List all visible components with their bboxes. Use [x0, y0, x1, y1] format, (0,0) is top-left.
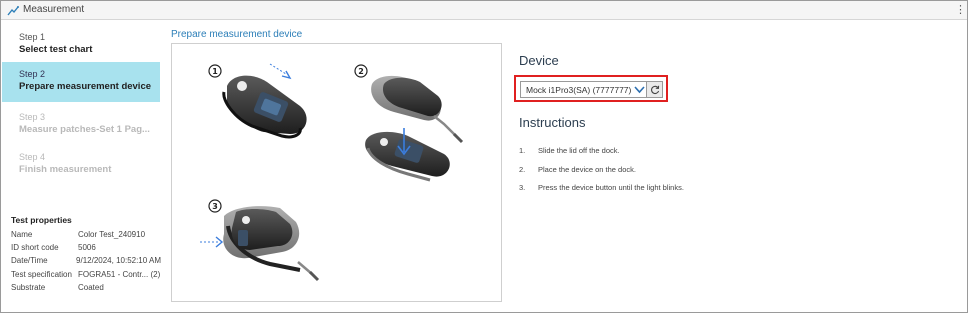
instruction-text: Place the device on the dock. — [538, 164, 636, 174]
more-options-icon[interactable]: ⋮ — [955, 3, 966, 17]
refresh-devices-button[interactable] — [646, 81, 663, 98]
property-key: Date/Time — [11, 256, 48, 266]
test-properties: Test properties Name Color Test_240910 I… — [11, 215, 161, 296]
instruction-number: 1. — [519, 146, 526, 155]
device-selection-highlight: Mock i1Pro3(SA) (7777777) — [514, 75, 668, 102]
step-number: Step 1 — [19, 32, 46, 42]
step-name: Finish measurement — [19, 164, 112, 175]
property-row: Test specification FOGRA51 - Contr... (2… — [11, 270, 161, 283]
step-name: Select test chart — [19, 44, 93, 55]
device-illustration-drawing: 1 2 3 — [200, 63, 464, 282]
property-key: Test specification — [11, 269, 72, 279]
step-number: Step 2 — [19, 69, 46, 79]
step-number: Step 4 — [19, 152, 46, 162]
step-1[interactable]: Step 1 Select test chart — [2, 25, 160, 65]
device-dropdown[interactable]: Mock i1Pro3(SA) (7777777) — [520, 81, 648, 98]
step-2[interactable]: Step 2 Prepare measurement device — [2, 62, 160, 102]
step-name: Measure patches-Set 1 Pag... — [19, 124, 150, 135]
property-row: ID short code 5006 — [11, 243, 161, 256]
instruction-item: 3. Press the device button until the lig… — [519, 183, 819, 202]
property-row: Name Color Test_240910 — [11, 230, 161, 243]
property-key: Substrate — [11, 282, 46, 292]
device-illustration: 1 2 3 — [171, 43, 502, 302]
chevron-down-icon — [634, 86, 645, 94]
device-dropdown-value: Mock i1Pro3(SA) (7777777) — [526, 85, 632, 95]
illustration-step-3: 3 — [200, 199, 320, 282]
illustration-step-2: 2 — [354, 64, 464, 182]
device-heading: Device — [519, 53, 559, 68]
instruction-item: 2. Place the device on the dock. — [519, 165, 819, 184]
instructions-heading: Instructions — [519, 115, 586, 130]
property-row: Date/Time 9/12/2024, 10:52:10 AM — [11, 256, 161, 269]
property-value: Color Test_240910 — [78, 230, 146, 239]
property-value: FOGRA51 - Contr... (2) — [78, 269, 161, 279]
marker-2-label: 2 — [358, 67, 364, 76]
property-value: Coated — [78, 282, 104, 292]
step-name: Prepare measurement device — [19, 81, 152, 92]
property-value: 5006 — [78, 243, 96, 253]
window-title: Measurement — [23, 4, 85, 15]
measurement-icon — [7, 6, 19, 16]
illustration-step-1: 1 — [208, 63, 307, 139]
property-row: Substrate Coated — [11, 283, 161, 296]
step-3: Step 3 Measure patches-Set 1 Pag... — [2, 105, 160, 145]
page-title: Prepare measurement device — [171, 29, 303, 40]
property-value: 9/12/2024, 10:52:10 AM — [76, 256, 161, 266]
instruction-number: 2. — [519, 164, 526, 174]
step-number: Step 3 — [19, 112, 46, 122]
instructions-list: 1. Slide the lid off the dock. 2. Place … — [519, 146, 819, 202]
property-key: Name — [11, 230, 33, 239]
refresh-icon — [651, 85, 660, 95]
app-window: Measurement ⋮ Step 1 Select test chart S… — [0, 0, 968, 313]
property-key: ID short code — [11, 243, 59, 253]
marker-1-label: 1 — [212, 67, 218, 76]
marker-3-label: 3 — [212, 202, 218, 211]
instruction-item: 1. Slide the lid off the dock. — [519, 146, 819, 165]
instruction-number: 3. — [519, 183, 526, 192]
step-4: Step 4 Finish measurement — [2, 145, 160, 185]
instruction-text: Press the device button until the light … — [538, 183, 684, 192]
test-properties-heading: Test properties — [11, 215, 72, 225]
instruction-text: Slide the lid off the dock. — [538, 146, 620, 155]
title-bar: Measurement ⋮ — [1, 1, 967, 20]
